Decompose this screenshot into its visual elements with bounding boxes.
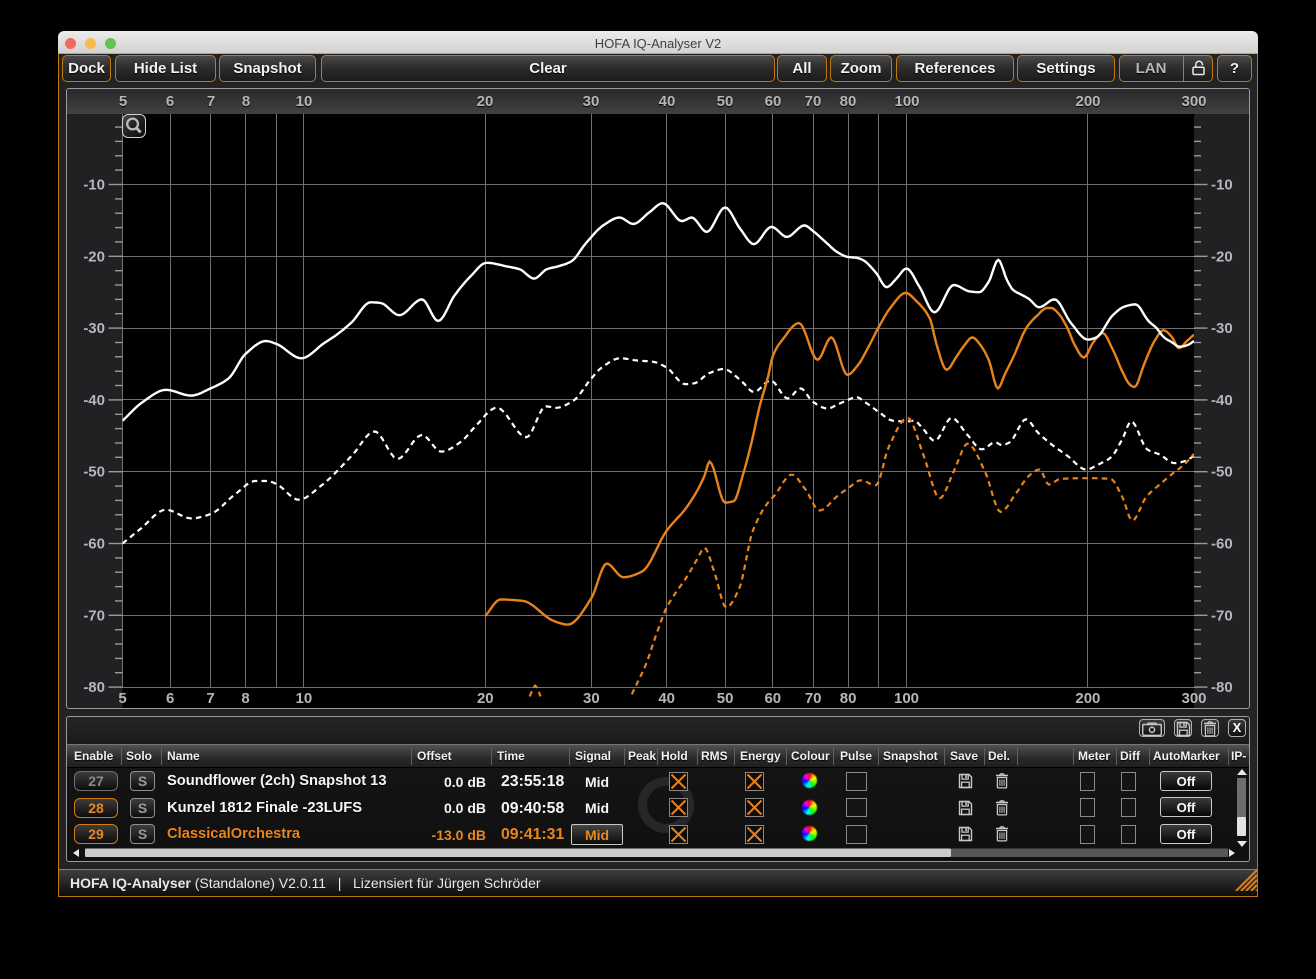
svg-text:5: 5	[118, 690, 126, 707]
svg-text:-50: -50	[1211, 464, 1233, 481]
svg-text:50: 50	[717, 690, 734, 707]
svg-text:-50: -50	[83, 464, 105, 481]
svg-text:40: 40	[658, 690, 675, 707]
svg-text:-40: -40	[83, 392, 105, 409]
svg-text:7: 7	[206, 690, 214, 707]
svg-text:-20: -20	[83, 248, 105, 265]
svg-text:8: 8	[241, 690, 249, 707]
svg-text:-60: -60	[83, 536, 105, 553]
svg-text:70: 70	[805, 690, 822, 707]
svg-text:30: 30	[583, 690, 600, 707]
svg-text:100: 100	[894, 690, 919, 707]
svg-text:-70: -70	[83, 607, 105, 624]
svg-text:-60: -60	[1211, 536, 1233, 553]
svg-text:300: 300	[1181, 690, 1206, 707]
svg-text:200: 200	[1075, 690, 1100, 707]
svg-text:-70: -70	[1211, 607, 1233, 624]
svg-text:80: 80	[840, 690, 857, 707]
svg-text:60: 60	[764, 690, 781, 707]
svg-text:-10: -10	[83, 177, 105, 194]
svg-text:-30: -30	[83, 320, 105, 337]
svg-text:20: 20	[477, 690, 494, 707]
svg-text:-80: -80	[83, 679, 105, 696]
svg-text:-30: -30	[1211, 320, 1233, 337]
svg-text:10: 10	[296, 690, 313, 707]
svg-text:-20: -20	[1211, 248, 1233, 265]
svg-text:6: 6	[166, 690, 174, 707]
svg-text:-80: -80	[1211, 679, 1233, 696]
svg-text:-40: -40	[1211, 392, 1233, 409]
svg-text:-10: -10	[1211, 177, 1233, 194]
